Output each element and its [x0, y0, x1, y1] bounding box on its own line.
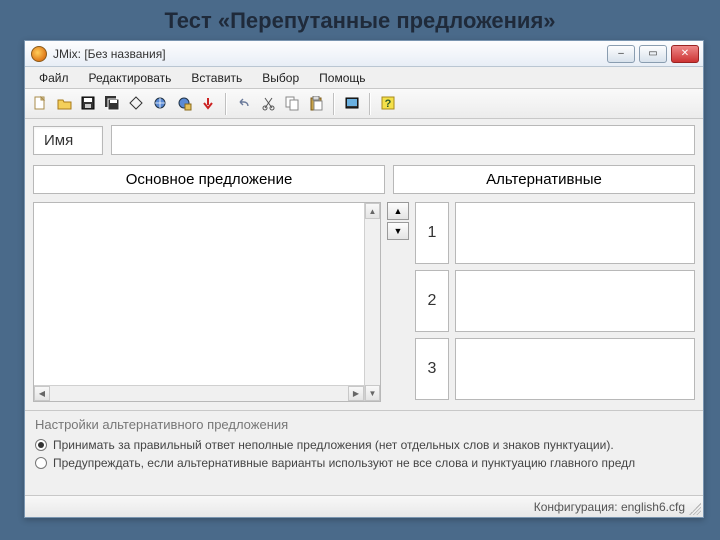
scroll-left-icon[interactable]: ◀ — [34, 386, 50, 401]
name-label: Имя — [33, 126, 103, 155]
name-input[interactable] — [111, 125, 695, 155]
window-title: JMix: [Без названия] — [53, 47, 166, 61]
maximize-button[interactable]: ▭ — [639, 45, 667, 63]
toolbar-separator — [225, 93, 227, 115]
toolbar: ? — [25, 89, 703, 119]
window-controls: – ▭ ✕ — [607, 45, 701, 63]
svg-text:?: ? — [384, 98, 391, 110]
reorder-controls: ▲ ▼ — [387, 202, 409, 402]
alternative-number: 1 — [415, 202, 449, 264]
close-button[interactable]: ✕ — [671, 45, 699, 63]
settings-title: Настройки альтернативного предложения — [35, 417, 693, 432]
app-window: JMix: [Без названия] – ▭ ✕ Файл Редактир… — [24, 40, 704, 518]
statusbar: Конфигурация: english6.cfg — [25, 495, 703, 517]
toolbar-separator — [369, 93, 371, 115]
menu-file[interactable]: Файл — [29, 68, 79, 88]
save-all-icon[interactable] — [101, 93, 123, 115]
save-icon[interactable] — [77, 93, 99, 115]
horizontal-scrollbar[interactable]: ◀ ▶ — [34, 385, 364, 401]
settings-option-2[interactable]: Предупреждать, если альтернативные вариа… — [35, 456, 693, 470]
settings-option-1[interactable]: Принимать за правильный ответ неполные п… — [35, 438, 693, 452]
alternative-row: 2 — [415, 270, 695, 332]
move-down-button[interactable]: ▼ — [387, 222, 409, 240]
copy-icon[interactable] — [281, 93, 303, 115]
slide-title: Тест «Перепутанные предложения» — [0, 0, 720, 40]
settings-panel: Настройки альтернативного предложения Пр… — [25, 411, 703, 478]
alternative-number: 3 — [415, 338, 449, 400]
app-icon — [31, 46, 47, 62]
scroll-right-icon[interactable]: ▶ — [348, 386, 364, 401]
radio-icon[interactable] — [35, 457, 47, 469]
resize-grip-icon[interactable] — [689, 503, 701, 515]
alternative-text-input[interactable] — [455, 202, 695, 264]
alternative-number: 2 — [415, 270, 449, 332]
menu-insert[interactable]: Вставить — [181, 68, 252, 88]
toolbar-separator — [333, 93, 335, 115]
alternative-row: 1 — [415, 202, 695, 264]
move-up-button[interactable]: ▲ — [387, 202, 409, 220]
web-export-icon[interactable] — [149, 93, 171, 115]
alternatives-label: Альтернативные — [393, 165, 695, 194]
menu-select[interactable]: Выбор — [252, 68, 309, 88]
minimize-button[interactable]: – — [607, 45, 635, 63]
scroll-up-icon[interactable]: ▲ — [365, 203, 380, 219]
main-sentence-textarea[interactable]: ▲ ▼ ◀ ▶ — [33, 202, 381, 402]
alternative-text-input[interactable] — [455, 270, 695, 332]
settings-option-1-label: Принимать за правильный ответ неполные п… — [53, 438, 614, 452]
scroll-down-icon[interactable]: ▼ — [365, 385, 380, 401]
undo-icon[interactable] — [233, 93, 255, 115]
columns-header: Основное предложение Альтернативные — [25, 161, 703, 198]
menu-edit[interactable]: Редактировать — [79, 68, 182, 88]
diamond-icon[interactable] — [125, 93, 147, 115]
main-sentence-label: Основное предложение — [33, 165, 385, 194]
web-package-icon[interactable] — [173, 93, 195, 115]
settings-option-2-label: Предупреждать, если альтернативные вариа… — [53, 456, 635, 470]
workarea: ▲ ▼ ◀ ▶ ▲ ▼ 1 2 3 — [25, 198, 703, 408]
name-row: Имя — [25, 119, 703, 161]
status-config: Конфигурация: english6.cfg — [534, 500, 685, 514]
cut-icon[interactable] — [257, 93, 279, 115]
alternatives-list: 1 2 3 — [415, 202, 695, 402]
alternative-row: 3 — [415, 338, 695, 400]
open-folder-icon[interactable] — [53, 93, 75, 115]
new-file-icon[interactable] — [29, 93, 51, 115]
help-icon[interactable]: ? — [377, 93, 399, 115]
vertical-scrollbar[interactable]: ▲ ▼ — [364, 203, 380, 401]
alternative-text-input[interactable] — [455, 338, 695, 400]
red-arrow-down-icon[interactable] — [197, 93, 219, 115]
radio-icon[interactable] — [35, 439, 47, 451]
titlebar: JMix: [Без названия] – ▭ ✕ — [25, 41, 703, 67]
preview-icon[interactable] — [341, 93, 363, 115]
menu-help[interactable]: Помощь — [309, 68, 375, 88]
menubar: Файл Редактировать Вставить Выбор Помощь — [25, 67, 703, 89]
paste-icon[interactable] — [305, 93, 327, 115]
